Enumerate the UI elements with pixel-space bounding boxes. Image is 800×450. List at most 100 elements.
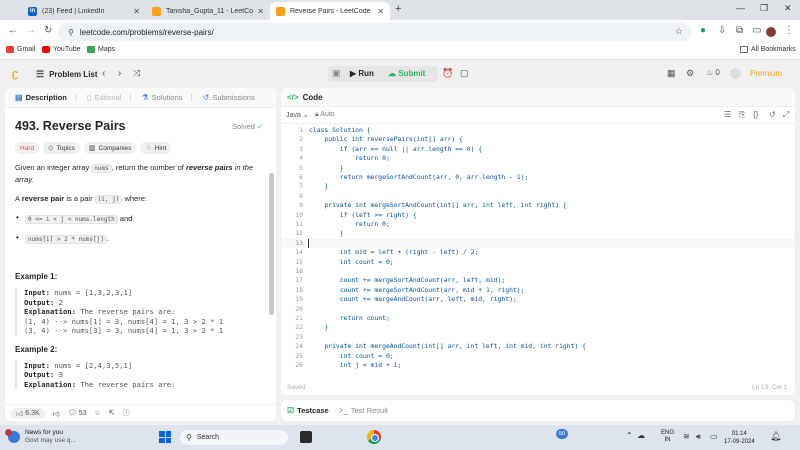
braces-icon[interactable]: {}	[753, 110, 758, 119]
comments-button[interactable]: 💬︎ 53	[68, 409, 87, 418]
code-line[interactable]: 22 }	[281, 323, 795, 332]
bookmark-star-icon[interactable]: ☆	[675, 26, 683, 37]
code-editor[interactable]: 1 class Solution {2 public int reversePai…	[281, 126, 795, 380]
code-line[interactable]: 26 int j = mid + 1;	[281, 361, 795, 370]
system-tray[interactable]: ⌃ ☁	[626, 431, 645, 440]
windows-start-icon[interactable]	[159, 431, 171, 443]
auto-mode[interactable]: 🔒︎ Auto	[315, 111, 335, 119]
tab-test-result[interactable]: >_ Test Result	[339, 406, 388, 415]
all-bookmarks[interactable]: All Bookmarks	[740, 46, 796, 53]
tab-editorial[interactable]: ▯ Editorial	[87, 93, 122, 102]
code-line[interactable]: 20	[281, 305, 795, 314]
favorite-star-icon[interactable]: ☆	[94, 409, 100, 417]
clock[interactable]: 01:14 17-09-2024	[724, 430, 755, 446]
code-line[interactable]: 15 int count = 0;	[281, 258, 795, 267]
companies-button[interactable]: ▥ Companies	[83, 142, 137, 154]
code-line[interactable]: 12 }	[281, 229, 795, 238]
volume-icon[interactable]: 🔊︎	[696, 432, 701, 442]
notification-bell-icon[interactable]: 🔔︎	[770, 431, 781, 442]
like-button[interactable]: 👍︎ 6.3K	[11, 407, 45, 419]
browser-tab-linkedin[interactable]: in (23) Feed | LinkedIn ✕	[22, 2, 146, 20]
code-line[interactable]: 4 return 0;	[281, 154, 795, 163]
minimize-icon[interactable]: —	[736, 3, 745, 13]
premium-button[interactable]: Premium	[750, 69, 782, 78]
close-tab-icon[interactable]: ✕	[257, 7, 264, 16]
code-line[interactable]: 1 class Solution {	[281, 126, 795, 135]
reload-icon[interactable]: ↻	[44, 25, 52, 36]
chrome-taskbar-icon[interactable]	[367, 430, 381, 444]
code-line[interactable]: 3 if (arr == null || arr.length == 0) {	[281, 145, 795, 154]
code-line[interactable]: 18 count += mergeSortAndCount(arr, mid +…	[281, 286, 795, 295]
extension-icon[interactable]: ●	[700, 25, 706, 36]
install-app-icon[interactable]: ⇩	[718, 25, 726, 36]
problem-list-button[interactable]: ☰ Problem List	[36, 69, 98, 80]
code-line[interactable]: 24 private int mergeAndCount(int[] arr, …	[281, 342, 795, 351]
taskbar-search[interactable]: ⚲ Search	[180, 430, 288, 445]
news-widget[interactable]: News for you Govt may use q...	[5, 429, 76, 445]
forward-icon[interactable]: →	[26, 25, 36, 36]
url-bar[interactable]: ⚲ leetcode.com/problems/reverse-pairs/ ☆	[58, 23, 691, 41]
code-line[interactable]: 19 count += mergeAndCount(arr, left, mid…	[281, 295, 795, 304]
window-close-icon[interactable]: ✕	[784, 3, 792, 14]
tab-testcase[interactable]: ☑ Testcase	[287, 406, 329, 415]
code-line[interactable]: 8	[281, 192, 795, 201]
user-avatar[interactable]	[730, 68, 741, 79]
settings-gear-icon[interactable]: ⚙	[686, 68, 694, 79]
prev-problem-icon[interactable]: ‹	[102, 68, 105, 79]
code-line[interactable]: 10 if (left >= right) {	[281, 211, 795, 220]
dislike-icon[interactable]: 👎︎	[53, 409, 60, 418]
hint-button[interactable]: ♢ Hint	[140, 142, 172, 154]
bookmark-youtube[interactable]: YouTube	[42, 46, 81, 53]
bookmark-icon[interactable]: ⎘	[739, 110, 745, 120]
leetcode-logo-icon[interactable]: ʗ	[12, 68, 23, 80]
tab-description[interactable]: ▤ Description	[15, 93, 67, 102]
new-tab-button[interactable]: +	[395, 3, 401, 15]
code-line[interactable]: 2 public int reversePairs(int[] arr) {	[281, 135, 795, 144]
code-line[interactable]: 14 int mid = left + (right - left) / 2;	[281, 248, 795, 257]
code-line[interactable]: 6 return mergeSortAndCount(arr, 0, arr.l…	[281, 173, 795, 182]
submit-button[interactable]: ☁ Submit	[388, 69, 425, 78]
streak-counter[interactable]: ♨ 0	[706, 68, 720, 77]
debug-lock-icon[interactable]: ▣	[332, 68, 341, 79]
code-line[interactable]: 7 }	[281, 182, 795, 191]
browser-tab-leetcode-profile[interactable]: Tanisha_Gupta_11 - LeetCode P ✕	[146, 2, 270, 20]
timer-icon[interactable]: ⏰	[442, 68, 453, 79]
layout-icon[interactable]: ▦	[667, 68, 676, 79]
tab-submissions[interactable]: ↺ Submissions	[203, 93, 255, 102]
chrome-menu-icon[interactable]: ⋮	[784, 25, 794, 36]
wifi-icon[interactable]: ≋	[683, 432, 690, 441]
task-view-icon[interactable]	[300, 431, 312, 443]
problem-title[interactable]: 493. Reverse Pairs	[15, 119, 257, 133]
code-line[interactable]: 5 }	[281, 164, 795, 173]
share-icon[interactable]: ⇱	[109, 409, 115, 417]
code-line[interactable]: 16	[281, 267, 795, 276]
code-line[interactable]: 13	[281, 238, 795, 249]
description-content[interactable]: 493. Reverse Pairs Solved ✓ Hard ◇ Topics…	[5, 108, 267, 404]
reset-icon[interactable]: ↺	[769, 110, 776, 119]
fullscreen-icon[interactable]: ⤢	[783, 110, 789, 120]
code-line[interactable]: 23	[281, 333, 795, 342]
split-view-icon[interactable]: ▭	[752, 25, 761, 36]
browser-tab-reverse-pairs[interactable]: Reverse Pairs - LeetCode ✕	[270, 2, 390, 20]
close-tab-icon[interactable]: ✕	[377, 7, 384, 16]
site-info-icon[interactable]: ⚲	[68, 28, 74, 37]
code-line[interactable]: 9 private int mergeSortAndCount(int[] ar…	[281, 201, 795, 210]
extensions-puzzle-icon[interactable]: ⧉	[736, 25, 743, 36]
widget-badge[interactable]: 50	[556, 429, 568, 439]
help-icon[interactable]: ⓘ	[123, 408, 130, 418]
format-icon[interactable]: ☰	[724, 110, 731, 119]
maximize-icon[interactable]: ❐	[760, 3, 768, 14]
bookmark-maps[interactable]: Maps	[87, 46, 115, 53]
description-scrollbar[interactable]	[269, 173, 274, 315]
next-problem-icon[interactable]: ›	[118, 68, 121, 79]
battery-icon[interactable]: ▭	[710, 432, 718, 441]
tab-solutions[interactable]: ⚗ Solutions	[142, 93, 183, 102]
close-tab-icon[interactable]: ✕	[133, 7, 140, 16]
run-button[interactable]: ▶ Run	[350, 69, 374, 78]
bookmark-gmail[interactable]: Gmail	[6, 46, 35, 53]
code-line[interactable]: 25 int count = 0;	[281, 352, 795, 361]
language-select[interactable]: Java ⌄	[286, 111, 309, 119]
notes-icon[interactable]: ▢	[460, 68, 469, 79]
profile-avatar[interactable]	[766, 27, 776, 37]
back-icon[interactable]: ←	[8, 25, 18, 36]
